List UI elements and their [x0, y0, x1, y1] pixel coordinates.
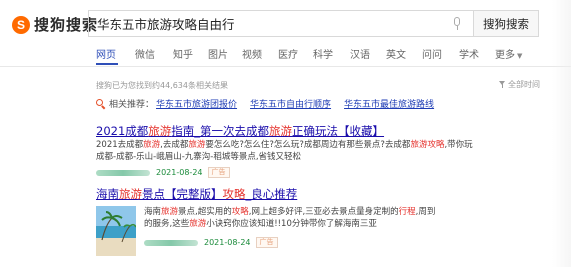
desc-highlight: 攻略 — [231, 207, 249, 217]
title-highlight: 旅游 — [148, 124, 172, 138]
sogou-logo-icon: S — [12, 15, 30, 34]
result-1-description: 2021去成都旅游,去成都旅游要怎么吃?怎么住?怎么玩?成都周边有那些景点?去成… — [96, 139, 476, 163]
title-text: _良心推荐 — [245, 187, 298, 201]
title-text: 景点【完整版】 — [142, 187, 223, 201]
tab-web[interactable]: 网页 — [96, 46, 116, 61]
result-date: 2021-08-24 — [156, 168, 203, 177]
desc-text: ,去成都 — [160, 140, 189, 150]
desc-text: 小诀窍你应该知道!!10分钟带你了解海南三亚 — [206, 219, 377, 229]
related-searches: 相关推荐： 华东五市旅游团报价 华东五市自由行顺序 华东五市最佳旅游路线 — [96, 97, 447, 110]
time-filter[interactable]: 全部时间 — [499, 79, 540, 90]
tab-wenwen[interactable]: 问问 — [422, 46, 442, 61]
microphone-icon[interactable] — [453, 17, 461, 30]
related-link-3[interactable]: 华东五市最佳旅游路线 — [344, 97, 434, 110]
page-edge-shadow — [552, 0, 571, 267]
related-label: 相关推荐： — [109, 100, 155, 110]
time-filter-label: 全部时间 — [508, 80, 540, 89]
title-text: 正确玩法【收藏】 — [292, 124, 385, 138]
desc-highlight: 旅游 — [189, 219, 207, 229]
result-date: 2021-08-24 — [204, 238, 251, 247]
tab-english[interactable]: 英文 — [386, 46, 406, 61]
title-text: 指南_第一次去成都 — [171, 124, 270, 138]
desc-text: 2021去成都 — [96, 140, 144, 150]
title-highlight: 攻略 — [222, 187, 246, 201]
tab-academic[interactable]: 学术 — [459, 46, 479, 61]
search-query-text: 华东五市旅游攻略自由行 — [97, 17, 235, 32]
desc-text: 景点,超实用的 — [178, 207, 232, 217]
desc-text: 要怎么吃?怎么住?怎么玩?成都周边有那些景点?去成都 — [205, 140, 411, 150]
tab-images[interactable]: 图片 — [208, 46, 228, 61]
tab-weixin[interactable]: 微信 — [135, 46, 155, 61]
result-url[interactable] — [96, 169, 150, 176]
result-2-description: 海南旅游景点,超实用的攻略,网上超多好评,三亚必去景点量身定制的行程,周到的服务… — [144, 206, 440, 230]
sogou-logo[interactable]: S 搜狗搜索 — [12, 14, 98, 35]
result-2-title[interactable]: 海南旅游景点【完整版】攻略_良心推荐 — [96, 186, 297, 202]
result-count: 搜狗已为您找到约44,634条相关结果 — [96, 81, 228, 90]
result-2-thumbnail[interactable] — [96, 206, 136, 256]
tab-medical[interactable]: 医疗 — [278, 46, 298, 61]
active-tab-indicator — [96, 63, 118, 65]
ad-badge: 广告 — [255, 237, 278, 248]
title-text: 2021成都 — [96, 124, 149, 138]
tab-more[interactable]: 更多 ▼ — [495, 46, 522, 61]
desc-highlight: 旅游 — [143, 140, 161, 150]
desc-highlight: 攻略 — [427, 140, 445, 150]
desc-highlight: 行程 — [398, 207, 416, 217]
tab-zhihu[interactable]: 知乎 — [173, 46, 193, 61]
desc-text: 海南 — [144, 207, 162, 217]
result-1-title[interactable]: 2021成都旅游指南_第一次去成都旅游正确玩法【收藏】 — [96, 123, 384, 139]
filter-icon — [499, 81, 506, 88]
result-1-meta: 2021-08-24 广告 — [96, 167, 230, 178]
result-2-meta: 2021-08-24 广告 — [144, 237, 278, 248]
related-link-1[interactable]: 华东五市旅游团报价 — [156, 97, 237, 110]
search-input[interactable]: 华东五市旅游攻略自由行 — [88, 10, 473, 37]
title-text: 海南 — [96, 187, 119, 201]
tab-hanyu[interactable]: 汉语 — [350, 46, 370, 61]
related-link-2[interactable]: 华东五市自由行顺序 — [250, 97, 331, 110]
tabs-divider — [0, 66, 571, 67]
desc-highlight: 旅游 — [161, 207, 179, 217]
title-highlight: 旅游 — [269, 124, 293, 138]
search-button[interactable]: 搜狗搜索 — [473, 10, 539, 37]
tab-video[interactable]: 视频 — [242, 46, 262, 61]
ad-badge: 广告 — [207, 167, 230, 178]
tab-more-label: 更多 — [495, 50, 515, 61]
result-url[interactable] — [144, 239, 198, 246]
desc-highlight: 旅游 — [188, 140, 206, 150]
search-icon — [96, 98, 106, 109]
desc-text: ,网上超多好评,三亚必去景点量身定制的 — [248, 207, 399, 217]
desc-highlight: 旅游 — [410, 140, 428, 150]
chevron-down-icon: ▼ — [517, 52, 523, 60]
tab-science[interactable]: 科学 — [313, 46, 333, 61]
title-highlight: 旅游 — [119, 187, 142, 201]
